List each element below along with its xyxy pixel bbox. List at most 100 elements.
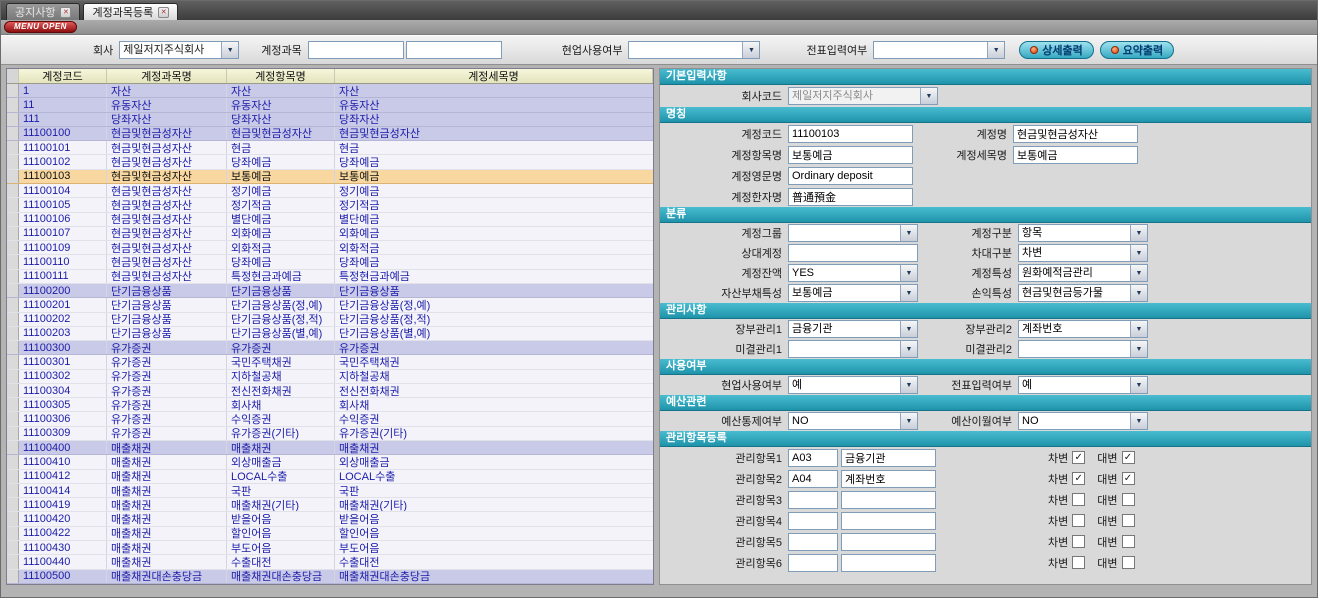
table-row[interactable]: 11100200단기금융상품단기금융상품단기금융상품 (7, 284, 653, 298)
table-row[interactable]: 11100302유가증권지하철공채지하철공채 (7, 370, 653, 384)
table-row[interactable]: 11100304유가증권전신전화채권전신전화채권 (7, 384, 653, 398)
chevron-down-icon[interactable]: ▼ (1130, 321, 1147, 337)
slip-select[interactable]: ▼ (873, 41, 1005, 59)
table-row[interactable]: 11100102현금및현금성자산당좌예금당좌예금 (7, 155, 653, 169)
row-gutter[interactable] (7, 184, 19, 197)
mgmt-code-input[interactable] (788, 470, 838, 488)
row-gutter[interactable] (7, 355, 19, 368)
tab-close-icon[interactable]: ✕ (158, 7, 169, 18)
row-gutter[interactable] (7, 341, 19, 354)
row-gutter[interactable] (7, 313, 19, 326)
table-row[interactable]: 11100430매출채권부도어음부도어음 (7, 541, 653, 555)
row-gutter[interactable] (7, 484, 19, 497)
text-field[interactable] (788, 244, 918, 262)
credit-checkbox[interactable] (1122, 493, 1135, 506)
table-row[interactable]: 11100414매출채권국판국판 (7, 484, 653, 498)
debit-checkbox[interactable] (1072, 535, 1085, 548)
select-field[interactable]: 예▼ (788, 376, 918, 394)
select-field[interactable]: NO▼ (1018, 412, 1148, 430)
mgmt-code-input[interactable] (788, 512, 838, 530)
table-row[interactable]: 11100100현금및현금성자산현금및현금성자산현금및현금성자산 (7, 127, 653, 141)
item-name-field[interactable] (788, 146, 913, 164)
use-select[interactable]: ▼ (628, 41, 760, 59)
row-gutter[interactable] (7, 241, 19, 254)
chevron-down-icon[interactable]: ▼ (1130, 413, 1147, 429)
row-gutter[interactable] (7, 255, 19, 268)
debit-checkbox[interactable] (1072, 493, 1085, 506)
chevron-down-icon[interactable]: ▼ (900, 225, 917, 241)
table-row[interactable]: 11100419매출채권매출채권(기타)매출채권(기타) (7, 498, 653, 512)
mgmt-code-input[interactable] (788, 554, 838, 572)
mgmt-name-input[interactable] (841, 491, 936, 509)
table-row[interactable]: 11100203단기금융상품단기금융상품(별,예)단기금융상품(별,예) (7, 327, 653, 341)
chevron-down-icon[interactable]: ▼ (1130, 225, 1147, 241)
row-gutter[interactable] (7, 412, 19, 425)
row-gutter[interactable] (7, 113, 19, 126)
menu-open-button[interactable]: MENU OPEN (4, 21, 77, 33)
row-gutter[interactable] (7, 198, 19, 211)
tab-notices[interactable]: 공지사항 ✕ (6, 3, 80, 20)
account-from-input[interactable] (308, 41, 404, 59)
table-row[interactable]: 11유동자산유동자산유동자산 (7, 98, 653, 112)
select-field[interactable]: 금융기관▼ (788, 320, 918, 338)
chevron-down-icon[interactable]: ▼ (900, 377, 917, 393)
select-field[interactable]: 보통예금▼ (788, 284, 918, 302)
row-gutter[interactable] (7, 227, 19, 240)
account-name-field[interactable] (1013, 125, 1138, 143)
table-row[interactable]: 11100305유가증권회사채회사채 (7, 398, 653, 412)
row-gutter[interactable] (7, 470, 19, 483)
table-row[interactable]: 11100101현금및현금성자산현금현금 (7, 141, 653, 155)
select-field[interactable]: 예▼ (1018, 376, 1148, 394)
chevron-down-icon[interactable]: ▼ (900, 341, 917, 357)
mgmt-name-input[interactable] (841, 512, 936, 530)
row-gutter[interactable] (7, 170, 19, 183)
select-field[interactable]: ▼ (788, 340, 918, 358)
credit-checkbox[interactable] (1122, 535, 1135, 548)
chevron-down-icon[interactable]: ▼ (1130, 285, 1147, 301)
chevron-down-icon[interactable]: ▼ (900, 265, 917, 281)
table-row[interactable]: 11100104현금및현금성자산정기예금정기예금 (7, 184, 653, 198)
select-field[interactable]: 원화예적금관리▼ (1018, 264, 1148, 282)
company-select[interactable]: 제일저지주식회사 ▼ (119, 41, 239, 59)
table-row[interactable]: 111당좌자산당좌자산당좌자산 (7, 113, 653, 127)
table-row[interactable]: 11100410매출채권외상매출금외상매출금 (7, 455, 653, 469)
summary-print-button[interactable]: 요약출력 (1100, 41, 1174, 59)
debit-checkbox[interactable]: ✓ (1072, 451, 1085, 464)
row-gutter[interactable] (7, 98, 19, 111)
detail-print-button[interactable]: 상세출력 (1019, 41, 1093, 59)
row-gutter[interactable] (7, 498, 19, 511)
debit-checkbox[interactable] (1072, 514, 1085, 527)
chevron-down-icon[interactable]: ▼ (742, 42, 759, 58)
row-gutter[interactable] (7, 427, 19, 440)
row-gutter[interactable] (7, 384, 19, 397)
select-field[interactable]: ▼ (1018, 340, 1148, 358)
chevron-down-icon[interactable]: ▼ (221, 42, 238, 58)
english-name-field[interactable] (788, 167, 913, 185)
table-row[interactable]: 11100111현금및현금성자산특정현금과예금특정현금과예금 (7, 270, 653, 284)
row-gutter[interactable] (7, 455, 19, 468)
select-field[interactable]: NO▼ (788, 412, 918, 430)
detail-name-field[interactable] (1013, 146, 1138, 164)
row-gutter[interactable] (7, 270, 19, 283)
mgmt-code-input[interactable] (788, 491, 838, 509)
mgmt-name-input[interactable] (841, 470, 936, 488)
tab-account-registration[interactable]: 계정과목등록 ✕ (83, 3, 178, 20)
row-gutter[interactable] (7, 213, 19, 226)
row-gutter[interactable] (7, 327, 19, 340)
mgmt-name-input[interactable] (841, 554, 936, 572)
chevron-down-icon[interactable]: ▼ (900, 321, 917, 337)
select-field[interactable]: 계좌번호▼ (1018, 320, 1148, 338)
table-row[interactable]: 11100422매출채권할인어음할인어음 (7, 527, 653, 541)
table-row[interactable]: 11100306유가증권수익증권수익증권 (7, 412, 653, 426)
row-gutter[interactable] (7, 512, 19, 525)
select-field[interactable]: 현금및현금등가물▼ (1018, 284, 1148, 302)
credit-checkbox[interactable]: ✓ (1122, 451, 1135, 464)
table-row[interactable]: 11100105현금및현금성자산정기적금정기적금 (7, 198, 653, 212)
company-code-select[interactable]: 제일저지주식회사 ▼ (788, 87, 938, 105)
table-row[interactable]: 11100103현금및현금성자산보통예금보통예금 (7, 170, 653, 184)
row-gutter[interactable] (7, 541, 19, 554)
credit-checkbox[interactable] (1122, 556, 1135, 569)
row-gutter[interactable] (7, 398, 19, 411)
row-gutter[interactable] (7, 84, 19, 97)
debit-checkbox[interactable]: ✓ (1072, 472, 1085, 485)
